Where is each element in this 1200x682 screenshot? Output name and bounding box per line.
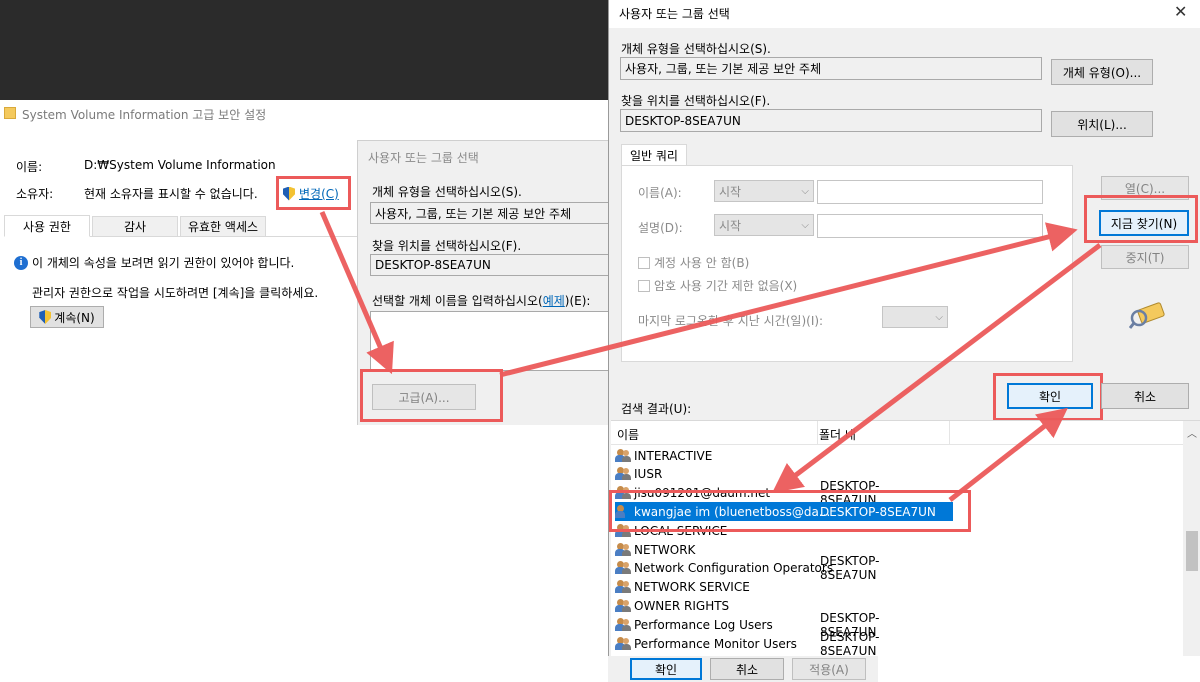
arrow-user-to-ok bbox=[948, 407, 1068, 502]
arrow-find-to-user bbox=[772, 243, 1102, 494]
arrow-advanced-to-find bbox=[499, 222, 1078, 378]
annotation-arrows bbox=[319, 211, 1102, 502]
arrow-change-to-advanced bbox=[319, 211, 394, 375]
